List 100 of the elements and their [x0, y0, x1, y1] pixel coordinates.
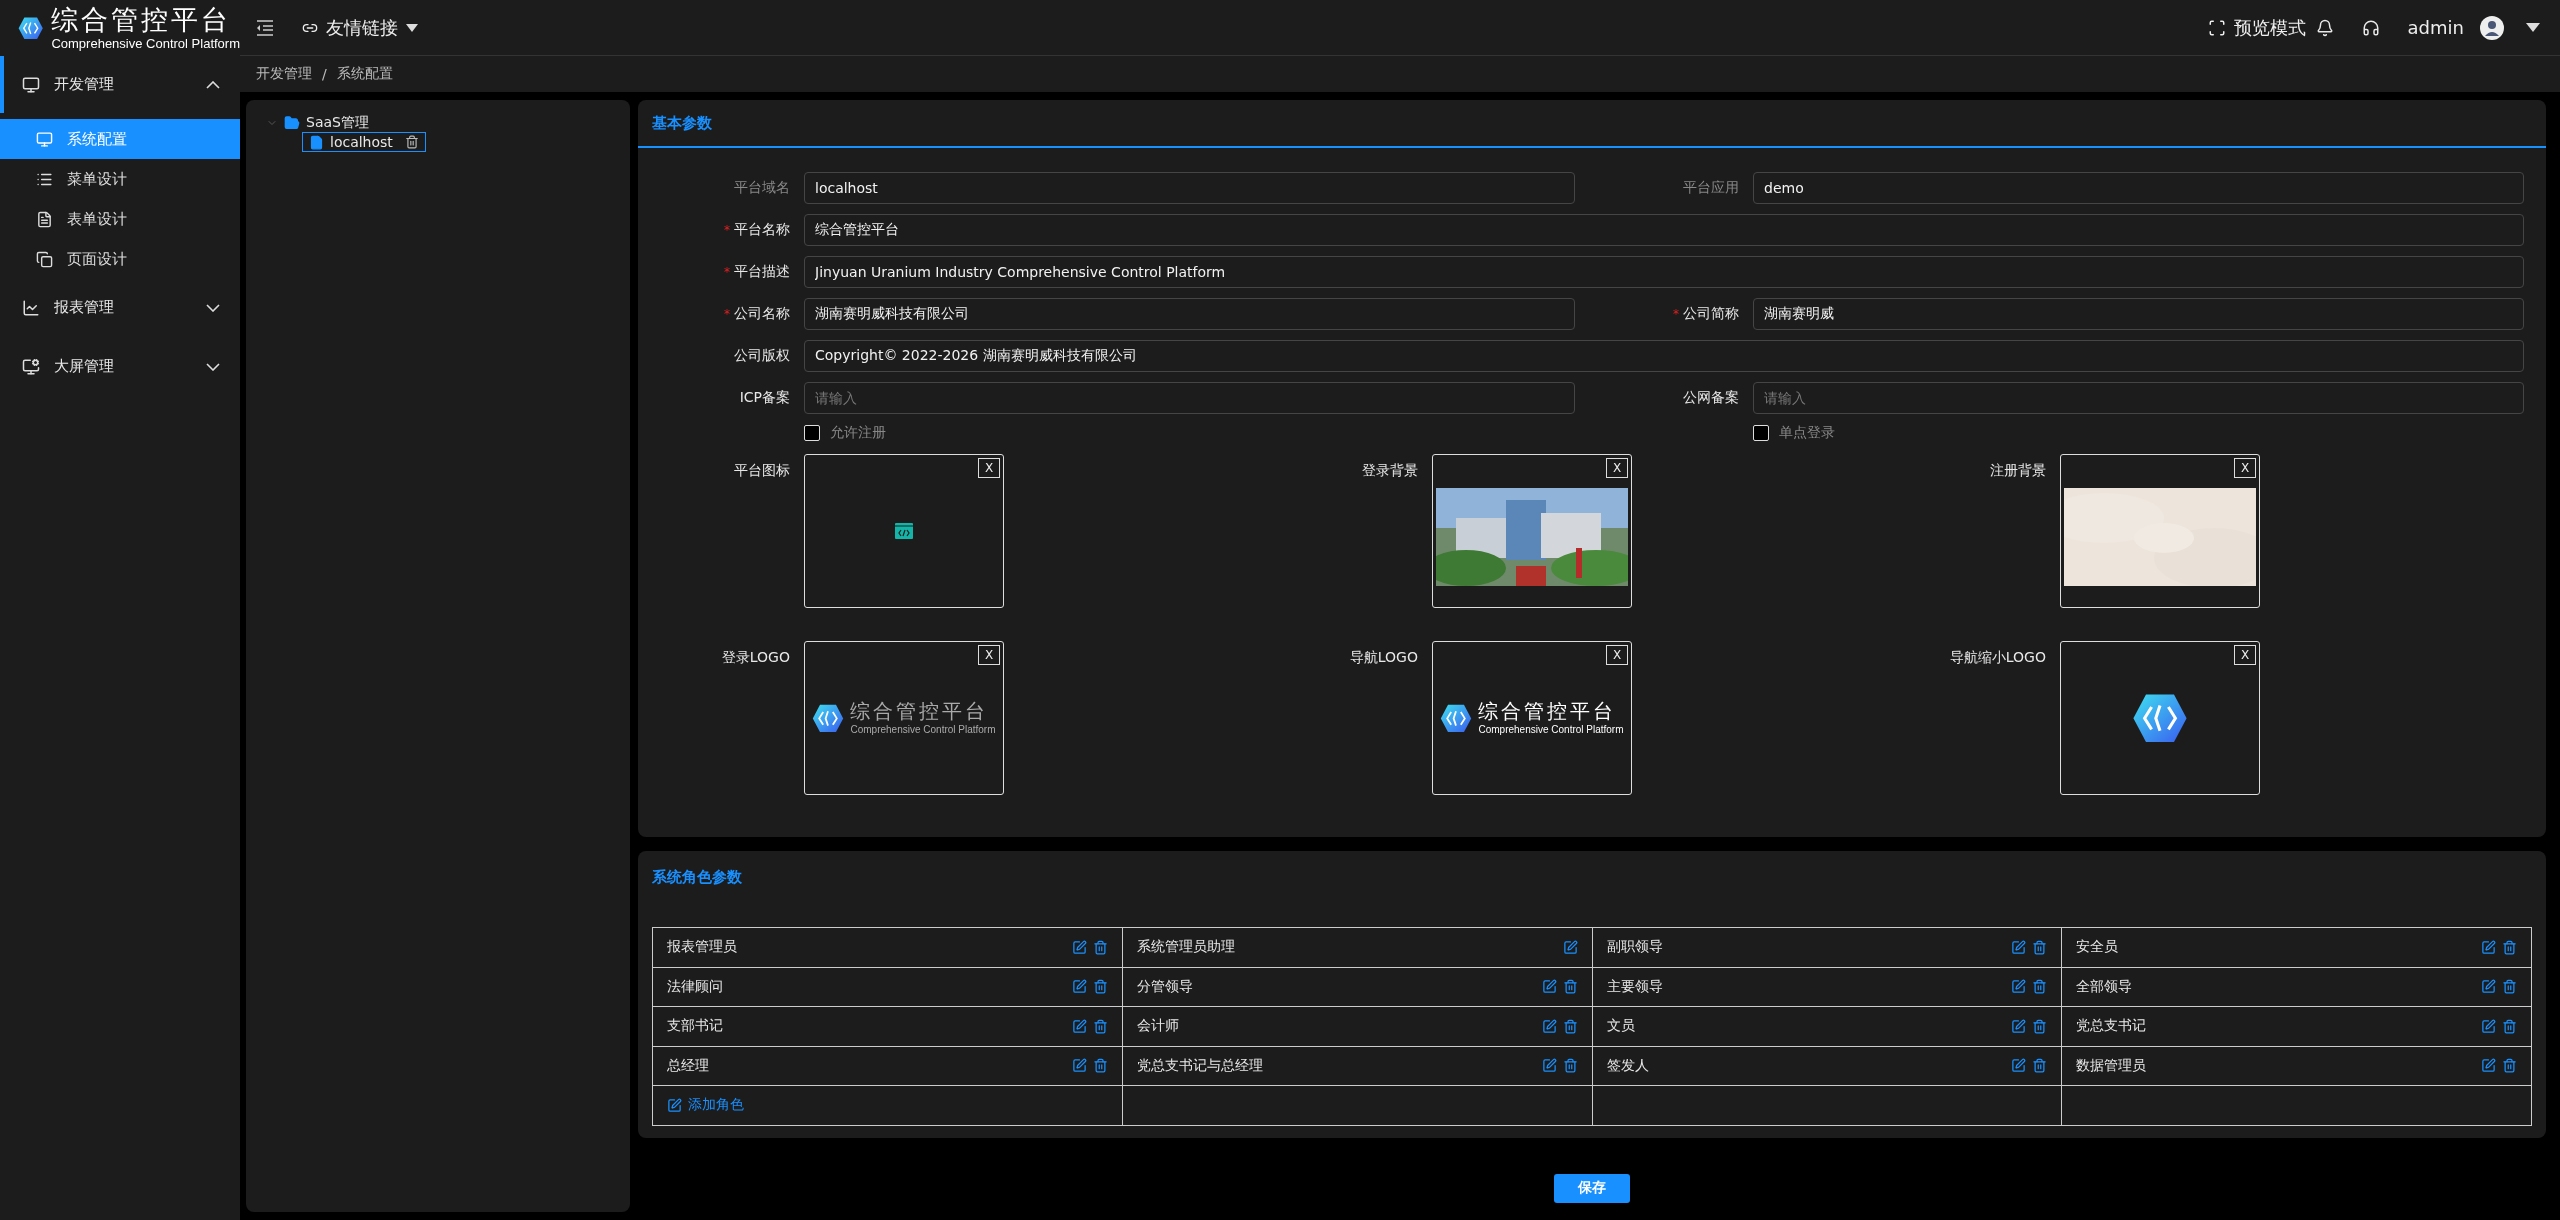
remove-button[interactable]: X: [1606, 458, 1628, 478]
trash-icon[interactable]: [2032, 1018, 2048, 1034]
remove-button[interactable]: X: [1606, 645, 1628, 665]
trash-icon[interactable]: [2502, 1018, 2517, 1034]
menu-icon: [22, 357, 40, 376]
trash-icon[interactable]: [2032, 939, 2048, 955]
edit-icon[interactable]: [2481, 1018, 2496, 1034]
menu-fold-icon[interactable]: [256, 19, 274, 36]
checkbox[interactable]: [804, 425, 820, 441]
sidebar-group[interactable]: 大屏管理: [0, 338, 240, 395]
sidebar-group[interactable]: 报表管理: [0, 279, 240, 336]
required-mark: *: [724, 223, 730, 237]
input-field[interactable]: Jinyuan Uranium Industry Comprehensive Control Platform: [804, 256, 2524, 288]
image-upload[interactable]: X 综合管控平台 Comprehensive Control Platform: [804, 641, 1004, 795]
role-name: 会计师: [1136, 1017, 1180, 1036]
remove-button[interactable]: X: [978, 458, 1000, 478]
edit-icon[interactable]: [2481, 939, 2496, 955]
sidebar-item[interactable]: 表单设计: [0, 199, 240, 239]
image-upload[interactable]: X: [804, 454, 1004, 608]
role-name: 分管领导: [1136, 977, 1194, 996]
edit-icon[interactable]: [2011, 939, 2027, 955]
field-label: * 公司简称: [1672, 305, 1739, 323]
headset-icon[interactable]: [2361, 18, 2380, 37]
edit-icon[interactable]: [2481, 1058, 2496, 1074]
trash-icon[interactable]: [2032, 979, 2048, 995]
input-field[interactable]: 湖南赛明威: [1753, 298, 2524, 330]
field-label: ICP备案: [738, 389, 790, 407]
remove-button[interactable]: X: [978, 645, 1000, 665]
edit-icon: [667, 1097, 682, 1113]
role-name: 法律顾问: [667, 977, 724, 996]
trash-icon[interactable]: [1562, 979, 1578, 995]
trash-icon[interactable]: [1562, 1018, 1578, 1034]
role-name: 系统管理员助理: [1136, 938, 1236, 957]
checkbox[interactable]: [1753, 425, 1769, 441]
trash-icon[interactable]: [2032, 1058, 2048, 1074]
role-name: 全部领导: [2076, 977, 2134, 996]
trash-icon[interactable]: [2502, 1058, 2517, 1074]
logo-title: 综合管控平台: [850, 701, 990, 721]
edit-icon[interactable]: [2011, 1058, 2027, 1074]
menu-icon: [22, 298, 40, 317]
edit-icon[interactable]: [1071, 1058, 1087, 1074]
bell-icon[interactable]: [2315, 18, 2334, 37]
required-mark: *: [724, 307, 730, 321]
caret-icon: [406, 23, 418, 32]
edit-icon[interactable]: [2011, 1018, 2027, 1034]
checkbox-label: 允许注册: [830, 424, 886, 442]
input-field[interactable]: 请输入: [1753, 382, 2524, 414]
trash-icon[interactable]: [2502, 979, 2517, 995]
input-field[interactable]: 湖南赛明威科技有限公司: [804, 298, 1575, 330]
edit-icon[interactable]: [1541, 979, 1557, 995]
sidebar-item[interactable]: 页面设计: [0, 239, 240, 279]
image-upload[interactable]: X: [2060, 454, 2260, 608]
sidebar-item[interactable]: 菜单设计: [0, 159, 240, 199]
logo-icon: [2132, 692, 2188, 744]
image-upload[interactable]: X 综合管控平台 Comprehensive Control Platform: [1432, 641, 1632, 795]
trash-icon[interactable]: [1092, 1058, 1108, 1074]
remove-button[interactable]: X: [2234, 645, 2256, 665]
image-upload[interactable]: X: [1432, 454, 1632, 608]
edit-icon[interactable]: [1071, 979, 1087, 995]
image-upload[interactable]: X: [2060, 641, 2260, 795]
edit-icon[interactable]: [1071, 1018, 1087, 1034]
role-name: 党总支书记: [2076, 1017, 2148, 1036]
trash-icon[interactable]: [2502, 939, 2517, 955]
breadcrumb-item[interactable]: 开发管理: [256, 65, 312, 83]
file-icon: [309, 134, 324, 150]
trash-icon[interactable]: [1092, 939, 1108, 955]
role-name: 总经理: [667, 1056, 710, 1075]
links-dropdown[interactable]: 友情链接: [302, 15, 418, 40]
edit-icon[interactable]: [1541, 1058, 1557, 1074]
preview-button[interactable]: 预览模式: [2207, 15, 2306, 40]
field-label: 导航缩小LOGO: [1948, 648, 2046, 667]
edit-icon[interactable]: [1071, 939, 1087, 955]
breadcrumb-item[interactable]: 系统配置: [336, 65, 393, 83]
input-field[interactable]: Copyright© 2022-2026 湖南赛明威科技有限公司: [804, 340, 2524, 372]
trash-icon[interactable]: [1092, 979, 1108, 995]
role-name: 报表管理员: [667, 938, 738, 957]
edit-icon[interactable]: [1541, 1018, 1557, 1034]
trash-icon[interactable]: [1092, 1018, 1108, 1034]
edit-icon[interactable]: [2481, 979, 2496, 995]
trash-icon[interactable]: [1562, 1058, 1578, 1074]
tree-node[interactable]: localhost: [302, 132, 426, 152]
input-field[interactable]: 请输入: [804, 382, 1575, 414]
fullscreen-icon: [2207, 18, 2226, 37]
remove-button[interactable]: X: [2234, 458, 2256, 478]
logo-icon: [1440, 703, 1473, 733]
tree-node[interactable]: SaaS管理: [306, 114, 369, 132]
logo-icon: [812, 703, 845, 733]
required-mark: *: [724, 265, 730, 279]
add-role-link[interactable]: 添加角色: [667, 1096, 744, 1115]
input-field[interactable]: 综合管控平台: [804, 214, 2524, 246]
role-name: 党总支书记与总经理: [1136, 1056, 1264, 1075]
field-label: 登录背景: [1361, 461, 1418, 480]
user-menu[interactable]: admin: [2407, 15, 2540, 40]
field-label: * 公司名称: [723, 305, 790, 323]
chevron-up-icon: [206, 80, 220, 89]
edit-icon[interactable]: [1562, 939, 1578, 955]
edit-icon[interactable]: [2011, 979, 2027, 995]
folder-icon: [284, 115, 300, 131]
panel-title: 基本参数: [652, 113, 712, 133]
code-icon: [895, 523, 913, 539]
